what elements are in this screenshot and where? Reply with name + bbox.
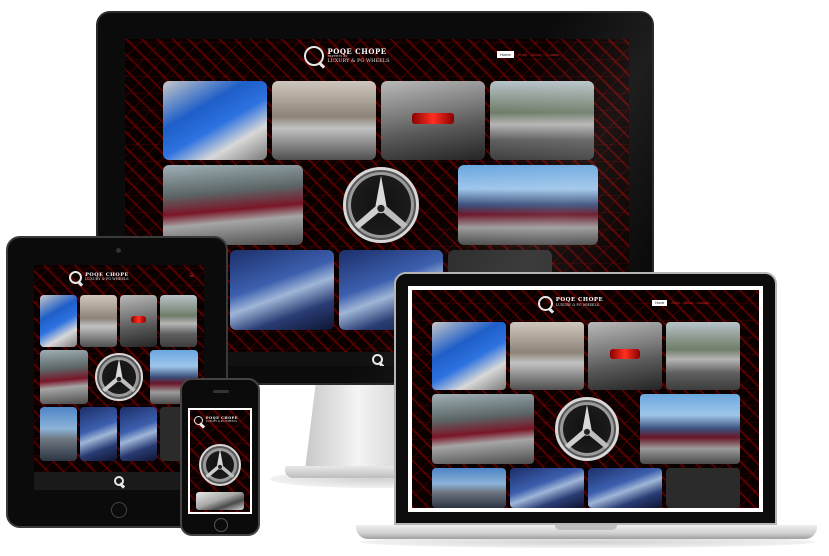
device-mockup-showcase: POQE CHOPE EXPERTS AT LUXURY & PG WHEELS… xyxy=(0,0,829,556)
gallery-photo[interactable] xyxy=(272,81,376,160)
tablet-gallery xyxy=(40,295,198,461)
laptop-gallery xyxy=(432,322,740,508)
q-logo-icon xyxy=(69,270,83,284)
q-logo-icon xyxy=(537,295,553,311)
tablet-gallery-row-3 xyxy=(40,407,198,461)
gallery-photo[interactable] xyxy=(40,350,88,404)
desktop-nav: Home Shop About Contact xyxy=(497,51,559,58)
wheel-emblem-tile xyxy=(91,350,147,404)
smartphone: POQE CHOPE LUXURY & PG WHEELS xyxy=(180,378,260,536)
gallery-photo[interactable] xyxy=(432,468,506,508)
gallery-photo[interactable] xyxy=(80,407,117,461)
nav-contact[interactable]: Contact xyxy=(697,301,709,305)
q-logo-icon xyxy=(304,46,325,66)
wheel-emblem-icon xyxy=(342,167,419,243)
footer-q-logo-icon xyxy=(371,353,383,365)
laptop-notch xyxy=(555,525,617,530)
gallery-photo[interactable] xyxy=(432,394,534,464)
phone-site: POQE CHOPE LUXURY & PG WHEELS xyxy=(190,410,250,512)
desktop-logo[interactable]: POQE CHOPE EXPERTS AT LUXURY & PG WHEELS xyxy=(304,46,390,66)
nav-home[interactable]: Home xyxy=(497,51,514,58)
laptop-screen: POQE CHOPE LUXURY & PG WHEELS Home Shop … xyxy=(408,286,763,512)
gallery-photo[interactable] xyxy=(432,322,506,390)
tablet-logo[interactable]: POQE CHOPE LUXURY & PG WHEELS xyxy=(69,270,129,284)
tablet-gallery-row-2 xyxy=(40,350,198,404)
nav-shop[interactable]: Shop xyxy=(671,301,679,305)
tablet-site-header: POQE CHOPE LUXURY & PG WHEELS ≡ xyxy=(34,265,204,289)
gallery-photo[interactable] xyxy=(458,165,598,245)
wheel-emblem-tile xyxy=(308,165,453,245)
laptop-logo[interactable]: POQE CHOPE LUXURY & PG WHEELS xyxy=(537,295,604,311)
laptop-gallery-row-1 xyxy=(432,322,740,390)
gallery-photo[interactable] xyxy=(163,81,267,160)
gallery-photo[interactable] xyxy=(230,250,334,330)
gallery-photo[interactable] xyxy=(588,468,662,508)
footer-q-logo-icon xyxy=(114,476,124,486)
desktop-gallery-row-2 xyxy=(163,165,598,245)
brand-subtitle: LUXURY & PG WHEELS xyxy=(327,57,390,64)
wheel-emblem-tile xyxy=(538,394,636,464)
gallery-photo[interactable] xyxy=(510,468,584,508)
brand-subtitle: LUXURY & PG WHEELS xyxy=(206,419,238,423)
laptop-site-header: POQE CHOPE LUXURY & PG WHEELS Home Shop … xyxy=(412,290,759,316)
laptop-site: POQE CHOPE LUXURY & PG WHEELS Home Shop … xyxy=(412,290,759,508)
tablet-logo-text: POQE CHOPE LUXURY & PG WHEELS xyxy=(85,272,129,282)
phone-home-button[interactable] xyxy=(214,518,228,532)
wheel-emblem-tile xyxy=(190,440,250,490)
laptop: POQE CHOPE LUXURY & PG WHEELS Home Shop … xyxy=(394,272,777,525)
gallery-photo[interactable] xyxy=(381,81,485,160)
laptop-logo-text: POQE CHOPE LUXURY & PG WHEELS xyxy=(556,298,604,307)
tablet-screen: POQE CHOPE LUXURY & PG WHEELS ≡ xyxy=(34,265,204,490)
gallery-photo[interactable] xyxy=(490,81,594,160)
nav-about[interactable]: About xyxy=(684,301,693,305)
gallery-photo[interactable] xyxy=(120,407,157,461)
nav-home[interactable]: Home xyxy=(652,300,668,306)
laptop-nav: Home Shop About Contact xyxy=(652,300,709,306)
tablet-camera xyxy=(116,248,121,253)
gallery-placeholder xyxy=(666,468,740,508)
nav-contact[interactable]: Contact xyxy=(545,52,559,57)
brand-subtitle: LUXURY & PG WHEELS xyxy=(555,303,600,308)
gallery-photo[interactable] xyxy=(163,165,303,245)
gallery-photo[interactable] xyxy=(666,322,740,390)
wheel-emblem-icon xyxy=(95,353,143,401)
gallery-photo[interactable] xyxy=(588,322,662,390)
desktop-site-header: POQE CHOPE EXPERTS AT LUXURY & PG WHEELS… xyxy=(125,39,629,73)
gallery-photo[interactable] xyxy=(40,407,77,461)
phone-screen: POQE CHOPE LUXURY & PG WHEELS xyxy=(188,408,252,514)
wheel-emblem-icon xyxy=(555,397,619,461)
q-logo-icon xyxy=(194,415,203,425)
gallery-photo[interactable] xyxy=(40,295,77,347)
phone-logo-text: POQE CHOPE LUXURY & PG WHEELS xyxy=(206,416,238,423)
laptop-gallery-row-2 xyxy=(432,394,740,464)
desktop-gallery-row-1 xyxy=(163,81,597,160)
phone-speaker xyxy=(213,390,229,393)
tablet-footer xyxy=(34,472,204,490)
tablet-home-button[interactable] xyxy=(111,502,127,518)
gallery-photo[interactable] xyxy=(120,295,157,347)
nav-shop[interactable]: Shop xyxy=(518,52,527,57)
laptop-gallery-row-3 xyxy=(432,468,740,508)
phone-site-header: POQE CHOPE LUXURY & PG WHEELS xyxy=(190,410,250,430)
gallery-photo[interactable] xyxy=(80,295,117,347)
gallery-photo[interactable] xyxy=(510,322,584,390)
gallery-photo[interactable] xyxy=(160,295,197,347)
hamburger-menu-icon[interactable]: ≡ xyxy=(189,271,194,280)
gallery-photo[interactable] xyxy=(640,394,740,464)
wheel-emblem-icon xyxy=(199,444,241,486)
tablet-gallery-row-1 xyxy=(40,295,198,347)
gallery-photo[interactable] xyxy=(196,492,244,510)
desktop-logo-text: POQE CHOPE EXPERTS AT LUXURY & PG WHEELS xyxy=(327,48,389,64)
phone-logo[interactable]: POQE CHOPE LUXURY & PG WHEELS xyxy=(194,415,238,425)
brand-subtitle: LUXURY & PG WHEELS xyxy=(85,276,129,281)
nav-about[interactable]: About xyxy=(531,52,541,57)
